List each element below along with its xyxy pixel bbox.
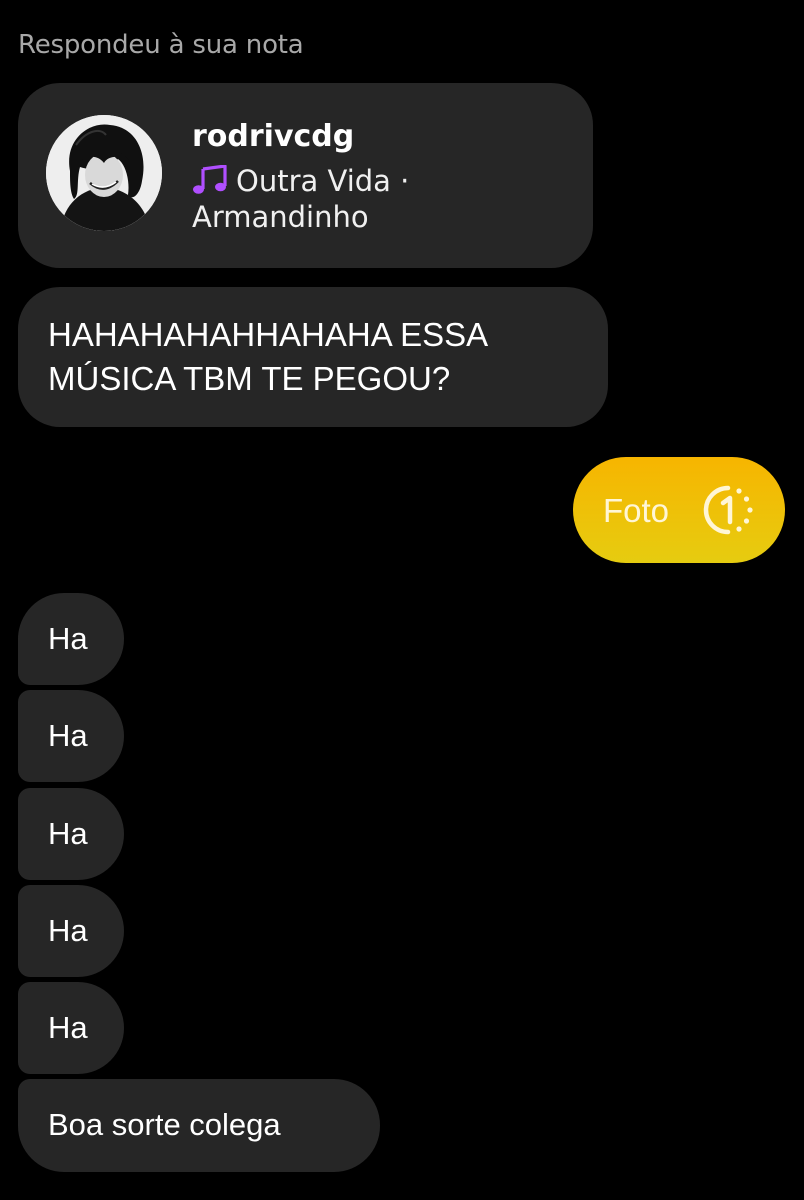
view-once-icon	[703, 485, 753, 535]
message-bubble[interactable]: Ha	[18, 593, 124, 685]
view-once-photo-bubble[interactable]: Foto	[573, 457, 785, 563]
note-username: rodrivcdg	[192, 119, 355, 154]
note-song-info: Outra Vida · Armandinho	[192, 163, 452, 235]
message-bubble[interactable]: Boa sorte colega	[18, 1079, 380, 1172]
note-song-title: Outra Vida ·	[236, 164, 410, 198]
message-bubble[interactable]: Ha	[18, 788, 124, 880]
photo-label: Foto	[603, 492, 670, 529]
message-text-line: HAHAHAHAHHAHAHA ESSA	[48, 316, 489, 353]
reply-context-label: Respondeu à sua nota	[18, 30, 304, 60]
avatar[interactable]	[46, 115, 162, 231]
note-reply-card[interactable]: rodrivcdg Outra Vida · Armandinho	[18, 83, 593, 268]
music-note-icon	[193, 165, 227, 194]
message-bubble[interactable]: HAHAHAHAHHAHAHA ESSA MÚSICA TBM TE PEGOU…	[18, 287, 608, 427]
message-bubble[interactable]: Ha	[18, 885, 124, 977]
note-song-artist: Armandinho	[192, 200, 369, 234]
message-bubble[interactable]: Ha	[18, 982, 124, 1074]
message-text-line: MÚSICA TBM TE PEGOU?	[48, 360, 451, 397]
message-bubble[interactable]: Ha	[18, 690, 124, 782]
